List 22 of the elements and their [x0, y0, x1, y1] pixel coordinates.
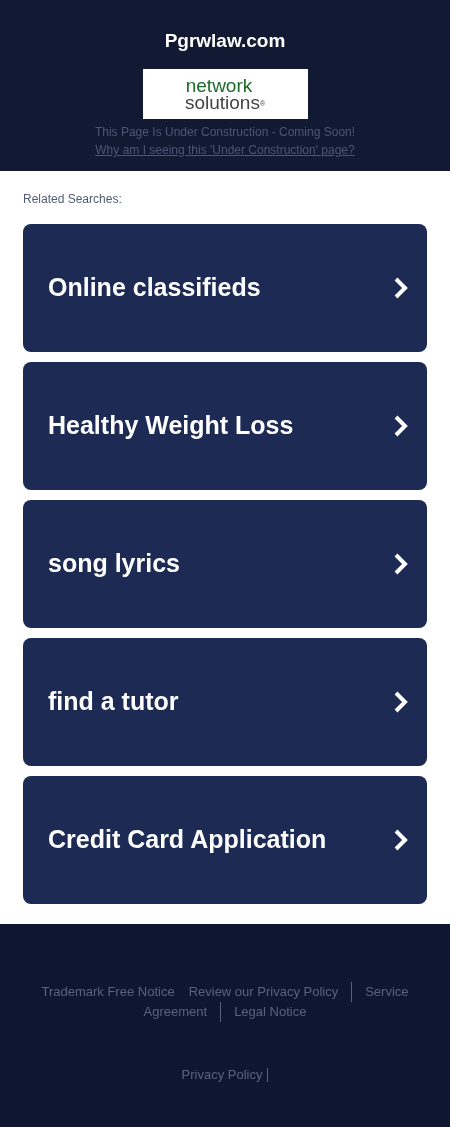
logo-word: solutions$^{®}$ — [184, 94, 266, 111]
footer-link[interactable]: Review our Privacy Policy — [181, 982, 353, 1002]
chevron-right-icon — [393, 552, 409, 576]
construction-notice: This Page Is Under Construction - Coming Soon! — [94, 124, 356, 141]
related-heading: Related Searches: — [23, 191, 123, 207]
footer-link[interactable]: Legal Notice — [227, 1002, 314, 1022]
search-link-card[interactable]: Healthy Weight Loss — [23, 362, 427, 490]
why-link[interactable]: Why am I seeing this 'Under Construction' page? — [95, 141, 355, 159]
search-link-card[interactable]: Credit Card Application — [23, 776, 427, 904]
site-title: Pgrwlaw.com — [164, 30, 286, 52]
footer-link[interactable]: Privacy Policy — [181, 1068, 269, 1082]
chevron-right-icon — [393, 276, 409, 300]
chevron-right-icon — [393, 414, 409, 438]
search-link-card[interactable]: Online classifieds — [23, 224, 427, 352]
footer-link[interactable]: Agreement — [136, 1002, 222, 1022]
search-link-card[interactable]: find a tutor — [23, 638, 427, 766]
search-link-card[interactable]: song lyrics — [23, 500, 427, 628]
chevron-right-icon — [393, 828, 409, 852]
footer-link[interactable]: Service — [358, 982, 416, 1002]
chevron-right-icon — [393, 690, 409, 714]
logo-word: network — [185, 77, 254, 94]
footer-link[interactable]: Trademark Free Notice — [34, 982, 182, 1002]
